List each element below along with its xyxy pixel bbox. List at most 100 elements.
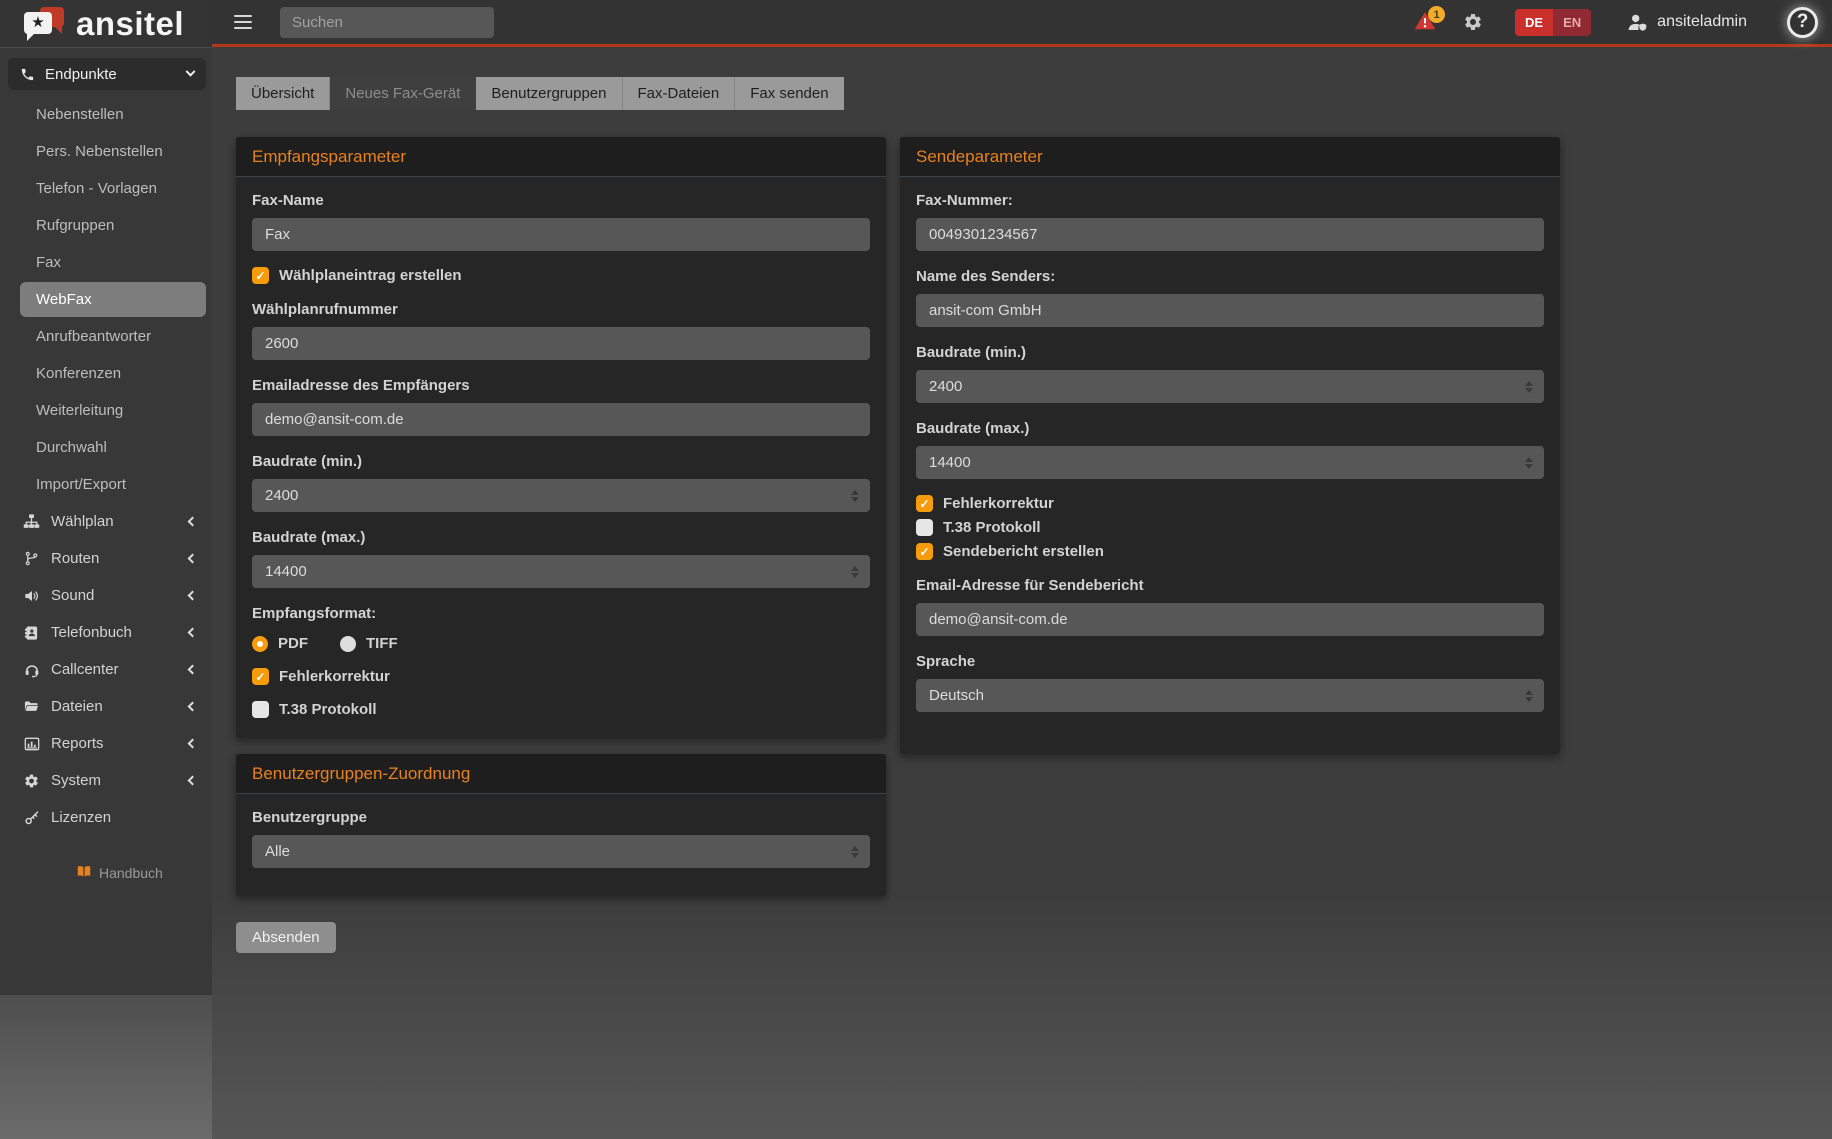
panel-header: Empfangsparameter	[236, 137, 886, 177]
send-baudrate-min-select[interactable]: 2400	[916, 370, 1544, 403]
topbar-main: 1 DE EN ansi	[212, 0, 1832, 47]
email-sendebericht-label: Email-Adresse für Sendebericht	[916, 577, 1544, 594]
sidebar-item-label: Sound	[51, 587, 94, 604]
wahlplaneintrag-checkbox[interactable]: ✓	[252, 267, 269, 284]
language-en-button[interactable]: EN	[1553, 9, 1591, 36]
baudrate-max-label: Baudrate (max.)	[252, 529, 870, 546]
sidebar-item-label: Reports	[51, 735, 104, 752]
sidebar-item-label: Dateien	[51, 698, 103, 715]
chevron-left-icon	[188, 591, 198, 601]
empfangsformat-radios: PDF TIFF	[252, 635, 870, 652]
tiff-radio-label: TIFF	[366, 635, 398, 652]
sidebar-item-import-export[interactable]: Import/Export	[0, 466, 212, 503]
tiff-radio[interactable]	[340, 636, 356, 652]
select-spinner-icon	[851, 846, 859, 858]
volume-icon	[22, 588, 41, 604]
language-de-button[interactable]: DE	[1515, 9, 1553, 36]
send-t38-row: ✓ T.38 Protokoll	[916, 519, 1544, 536]
wahlplaneintrag-row: ✓ Wählplaneintrag erstellen	[252, 267, 870, 284]
chevron-left-icon	[188, 739, 198, 749]
sidebar-item-rufgruppen[interactable]: Rufgruppen	[0, 207, 212, 244]
search-input[interactable]	[280, 7, 494, 38]
hamburger-menu-icon[interactable]	[234, 15, 252, 30]
sender-name-input[interactable]	[916, 294, 1544, 327]
send-baudrate-max-select[interactable]: 14400	[916, 446, 1544, 479]
sidebar-column: Endpunkte Nebenstellen Pers. Nebenstelle…	[0, 47, 212, 1139]
sidebar-item-nebenstellen[interactable]: Nebenstellen	[0, 96, 212, 133]
sidebar-item-webfax[interactable]: WebFax	[20, 282, 206, 317]
language-switcher: DE EN	[1515, 9, 1591, 36]
sidebar-item-pers-nebenstellen[interactable]: Pers. Nebenstellen	[0, 133, 212, 170]
brand-logo[interactable]: ★ ansitel	[0, 0, 212, 47]
sidebar-item-sound[interactable]: Sound	[0, 577, 212, 614]
panel-title: Sendeparameter	[916, 147, 1043, 167]
absenden-button[interactable]: Absenden	[236, 922, 336, 953]
email-sendebericht-input[interactable]	[916, 603, 1544, 636]
sidebar-item-dateien[interactable]: Dateien	[0, 688, 212, 725]
sidebar-item-telefonbuch[interactable]: Telefonbuch	[0, 614, 212, 651]
gears-icon	[22, 773, 41, 789]
wahlplanrufnummer-input[interactable]	[252, 327, 870, 360]
send-t38-label: T.38 Protokoll	[943, 519, 1041, 536]
fax-name-input[interactable]	[252, 218, 870, 251]
panel-body: Fax-Nummer: Name des Senders: Baudrate (…	[900, 177, 1560, 754]
empfangsparameter-panel: Empfangsparameter Fax-Name ✓ Wählplanein…	[236, 137, 886, 738]
sidebar-item-lizenzen[interactable]: Lizenzen	[0, 799, 212, 836]
pdf-radio[interactable]	[252, 636, 268, 652]
tab-benutzergruppen[interactable]: Benutzergruppen	[476, 77, 622, 110]
select-spinner-icon	[1525, 381, 1533, 393]
sidebar-item-weiterleitung[interactable]: Weiterleitung	[0, 392, 212, 429]
baudrate-min-select[interactable]: 2400	[252, 479, 870, 512]
email-empfaenger-input[interactable]	[252, 403, 870, 436]
sidebar-item-konferenzen[interactable]: Konferenzen	[0, 355, 212, 392]
pdf-radio-label: PDF	[278, 635, 308, 652]
gear-icon[interactable]	[1463, 12, 1483, 32]
sidebar-item-label: Endpunkte	[45, 66, 117, 83]
help-button[interactable]: ?	[1787, 7, 1818, 38]
send-t38-checkbox[interactable]: ✓	[916, 519, 933, 536]
sidebar-item-routen[interactable]: Routen	[0, 540, 212, 577]
sidebar-item-handbuch[interactable]: Handbuch	[0, 854, 212, 891]
sidebar-item-anrufbeantworter[interactable]: Anrufbeantworter	[0, 318, 212, 355]
headset-icon	[22, 662, 41, 678]
key-icon	[22, 810, 41, 826]
tab-neues-fax-geraet[interactable]: Neues Fax-Gerät	[330, 77, 476, 110]
sendebericht-checkbox[interactable]: ✓	[916, 543, 933, 560]
sidebar-item-label: System	[51, 772, 101, 789]
fehlerkorrektur-checkbox[interactable]: ✓	[252, 668, 269, 685]
username-label: ansiteladmin	[1657, 13, 1747, 31]
benutzergruppe-select[interactable]: Alle	[252, 835, 870, 868]
select-spinner-icon	[1525, 457, 1533, 469]
tab-fax-dateien[interactable]: Fax-Dateien	[623, 77, 736, 110]
send-fehlerkorrektur-checkbox[interactable]: ✓	[916, 495, 933, 512]
user-menu[interactable]: ansiteladmin	[1625, 12, 1747, 33]
ansitel-logo-icon: ★	[24, 6, 68, 42]
sitemap-icon	[22, 513, 41, 530]
sprache-select[interactable]: Deutsch	[916, 679, 1544, 712]
wahlplanrufnummer-label: Wählplanrufnummer	[252, 301, 870, 318]
sidebar-item-durchwahl[interactable]: Durchwahl	[0, 429, 212, 466]
sidebar-item-system[interactable]: System	[0, 762, 212, 799]
sidebar-item-telefon-vorlagen[interactable]: Telefon - Vorlagen	[0, 170, 212, 207]
chevron-left-icon	[188, 702, 198, 712]
sidebar-item-label: Lizenzen	[51, 809, 111, 826]
tab-fax-senden[interactable]: Fax senden	[735, 77, 843, 110]
sidebar-item-endpunkte[interactable]: Endpunkte	[8, 58, 206, 90]
sidebar-item-fax[interactable]: Fax	[0, 244, 212, 281]
benutzergruppen-panel: Benutzergruppen-Zuordnung Benutzergruppe…	[236, 754, 886, 896]
chevron-left-icon	[188, 517, 198, 527]
sidebar-item-callcenter[interactable]: Callcenter	[0, 651, 212, 688]
fax-nummer-input[interactable]	[916, 218, 1544, 251]
tab-uebersicht[interactable]: Übersicht	[236, 77, 330, 110]
sidebar-item-waehlplan[interactable]: Wählplan	[0, 503, 212, 540]
baudrate-max-select[interactable]: 14400	[252, 555, 870, 588]
sendebericht-label: Sendebericht erstellen	[943, 543, 1104, 560]
phone-icon	[20, 67, 35, 82]
t38-checkbox[interactable]: ✓	[252, 701, 269, 718]
question-mark-icon: ?	[1797, 11, 1809, 33]
alerts-button[interactable]: 1	[1413, 10, 1439, 34]
chevron-left-icon	[188, 665, 198, 675]
sidebar-item-reports[interactable]: Reports	[0, 725, 212, 762]
page-body: Endpunkte Nebenstellen Pers. Nebenstelle…	[0, 47, 1832, 1139]
sidebar-item-label: Telefonbuch	[51, 624, 132, 641]
